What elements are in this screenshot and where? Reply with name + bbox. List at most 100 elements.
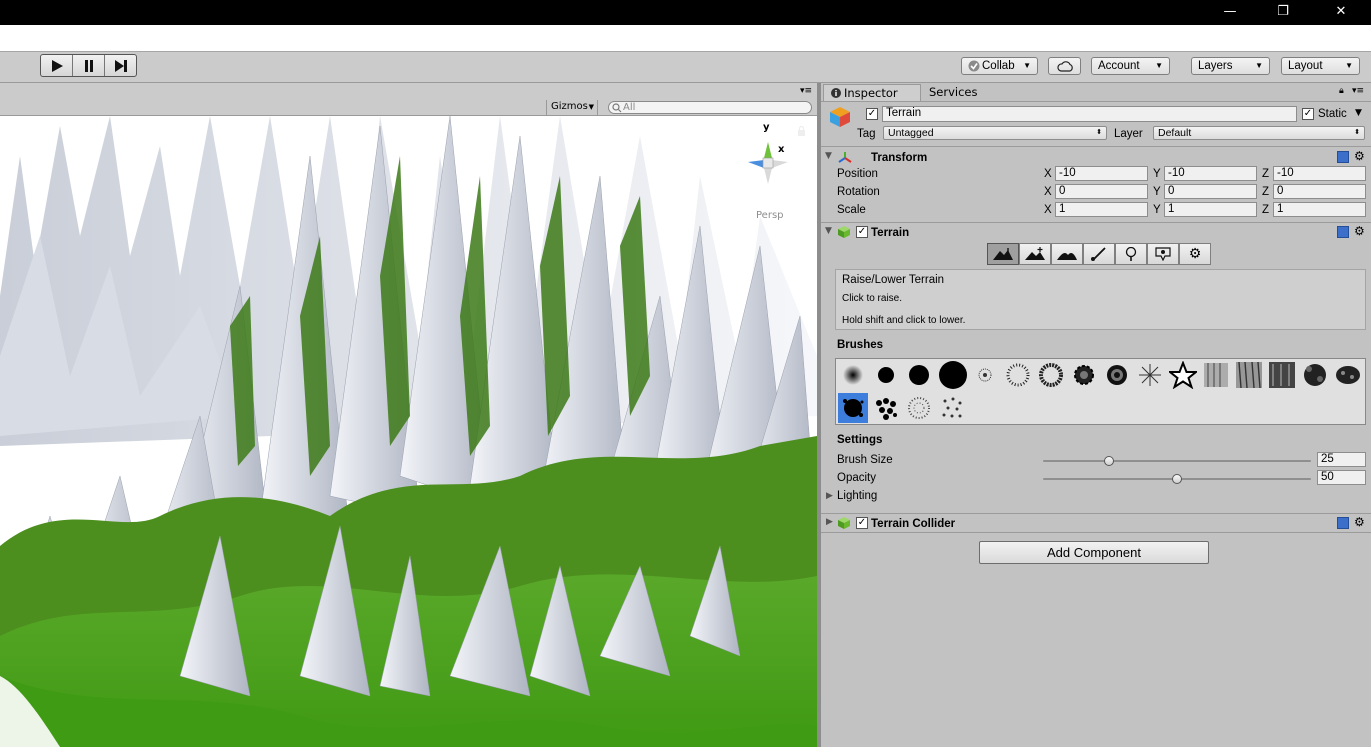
- brush-scatter-1[interactable]: [904, 393, 934, 423]
- terrain-component-header[interactable]: ▼ ✓ Terrain ⚙: [821, 224, 1371, 242]
- brush-splat-1[interactable]: [970, 360, 1000, 390]
- gizmos-label: Gizmos: [551, 101, 588, 112]
- opacity-slider-handle[interactable]: [1172, 474, 1182, 484]
- position-z-field[interactable]: -10: [1273, 166, 1366, 181]
- lighting-label: Lighting: [837, 490, 878, 502]
- account-dropdown[interactable]: Account ▼: [1091, 57, 1170, 75]
- brush-scatter-2[interactable]: [937, 393, 967, 423]
- help-book-icon[interactable]: [1337, 226, 1349, 238]
- rotation-z-field[interactable]: 0: [1273, 184, 1366, 199]
- brush-splat-2[interactable]: [1003, 360, 1033, 390]
- help-book-icon[interactable]: [1337, 517, 1349, 529]
- tool-smooth-height[interactable]: [1051, 243, 1083, 265]
- tab-inspector[interactable]: Inspector: [823, 84, 921, 101]
- cloud-icon: [1057, 61, 1073, 72]
- scene-search-input[interactable]: All: [608, 101, 812, 114]
- scale-x-field[interactable]: 1: [1055, 202, 1148, 217]
- brush-size-label: Brush Size: [837, 454, 893, 466]
- pause-button[interactable]: [73, 55, 105, 76]
- brush-noise-1[interactable]: [1201, 360, 1231, 390]
- collider-enabled-checkbox[interactable]: ✓: [856, 517, 868, 529]
- brush-dots[interactable]: [871, 393, 901, 423]
- brush-round-medium[interactable]: [904, 360, 934, 390]
- gear-icon[interactable]: ⚙: [1354, 149, 1365, 163]
- axis-y-label: Y: [1153, 204, 1161, 216]
- panel-menu-icon[interactable]: ▾≡: [800, 86, 812, 96]
- tree-icon: [1125, 247, 1137, 261]
- brush-size-slider-handle[interactable]: [1104, 456, 1114, 466]
- scale-y-field[interactable]: 1: [1164, 202, 1257, 217]
- brush-splat-5[interactable]: [1102, 360, 1132, 390]
- tool-paint-texture[interactable]: [1083, 243, 1115, 265]
- brush-starburst[interactable]: [1135, 360, 1165, 390]
- layer-dropdown[interactable]: Default ⬍: [1153, 126, 1365, 140]
- object-active-checkbox[interactable]: ✓: [866, 108, 878, 120]
- brush-scatter-icon: [942, 397, 962, 418]
- tab-services[interactable]: Services: [921, 84, 991, 101]
- brush-soft-small[interactable]: [838, 360, 868, 390]
- brush-round-large[interactable]: [937, 360, 967, 390]
- tool-description-box: Raise/Lower Terrain Click to raise. Hold…: [835, 269, 1366, 330]
- tool-place-trees[interactable]: [1115, 243, 1147, 265]
- smooth-height-icon: [1057, 252, 1077, 260]
- brush-star[interactable]: [1168, 360, 1198, 390]
- panel-menu-icon[interactable]: ▾≡: [1352, 86, 1364, 96]
- add-component-button[interactable]: Add Component: [979, 541, 1209, 564]
- brush-noise-2[interactable]: [1234, 360, 1264, 390]
- scene-orientation-gizmo[interactable]: y x Persp: [738, 122, 804, 221]
- tool-raise-lower[interactable]: [987, 243, 1019, 265]
- cloud-button[interactable]: [1048, 57, 1081, 75]
- brush-starburst-icon: [1139, 364, 1161, 386]
- object-name-field[interactable]: Terrain: [882, 106, 1297, 122]
- brush-splat-4[interactable]: [1069, 360, 1099, 390]
- transform-header[interactable]: ▼ Transform ⚙: [821, 149, 1371, 167]
- field-value: -10: [1059, 167, 1076, 179]
- gizmos-dropdown[interactable]: Gizmos ▼: [546, 100, 598, 115]
- gear-icon: ⚙: [1188, 246, 1202, 262]
- static-checkbox[interactable]: ✓: [1302, 108, 1314, 120]
- help-book-icon[interactable]: [1337, 151, 1349, 163]
- brush-noise-4[interactable]: [1300, 360, 1330, 390]
- layers-dropdown[interactable]: Layers ▼: [1191, 57, 1270, 75]
- play-button[interactable]: [41, 55, 73, 76]
- position-x-field[interactable]: -10: [1055, 166, 1148, 181]
- position-label: Position: [837, 168, 878, 180]
- brush-size-field[interactable]: 25: [1317, 452, 1366, 467]
- chevron-down-icon[interactable]: ▼: [1355, 108, 1362, 118]
- tool-paint-height[interactable]: [1019, 243, 1051, 265]
- brush-splatter-icon: [1039, 363, 1063, 387]
- close-button[interactable]: ✕: [1318, 0, 1364, 25]
- gear-icon[interactable]: ⚙: [1354, 515, 1365, 529]
- brush-splatter-icon: [843, 399, 864, 417]
- brush-selected-splat[interactable]: [838, 393, 868, 423]
- step-button[interactable]: [105, 55, 136, 76]
- projection-label[interactable]: Persp: [756, 210, 784, 221]
- minimize-button[interactable]: —: [1207, 0, 1253, 25]
- tool-terrain-settings[interactable]: ⚙: [1179, 243, 1211, 265]
- brush-splat-3[interactable]: [1036, 360, 1066, 390]
- opacity-field[interactable]: 50: [1317, 470, 1366, 485]
- brush-noise-3[interactable]: [1267, 360, 1297, 390]
- lock-icon[interactable]: 🔒︎: [1339, 86, 1344, 96]
- terrain-enabled-checkbox[interactable]: ✓: [856, 226, 868, 238]
- tag-dropdown[interactable]: Untagged ⬍: [883, 126, 1107, 140]
- brush-soft-icon: [843, 365, 863, 385]
- play-controls: [40, 54, 137, 77]
- tool-paint-details[interactable]: [1147, 243, 1179, 265]
- brush-round-small[interactable]: [871, 360, 901, 390]
- brush-noise-5[interactable]: [1333, 360, 1363, 390]
- position-y-field[interactable]: -10: [1164, 166, 1257, 181]
- brushes-label: Brushes: [837, 339, 884, 351]
- object-name-value: Terrain: [886, 107, 922, 119]
- scene-viewport[interactable]: y x Persp: [0, 116, 817, 747]
- collab-dropdown[interactable]: Collab ▼: [961, 57, 1038, 75]
- lock-icon[interactable]: [797, 126, 806, 136]
- gear-icon[interactable]: ⚙: [1354, 224, 1365, 238]
- scale-z-field[interactable]: 1: [1273, 202, 1366, 217]
- brush-size-slider[interactable]: [1043, 460, 1311, 462]
- restore-button[interactable]: ❐: [1260, 0, 1306, 25]
- terrain-collider-header[interactable]: ▶ ✓ Terrain Collider ⚙: [821, 515, 1371, 533]
- rotation-y-field[interactable]: 0: [1164, 184, 1257, 199]
- layout-dropdown[interactable]: Layout ▼: [1281, 57, 1360, 75]
- rotation-x-field[interactable]: 0: [1055, 184, 1148, 199]
